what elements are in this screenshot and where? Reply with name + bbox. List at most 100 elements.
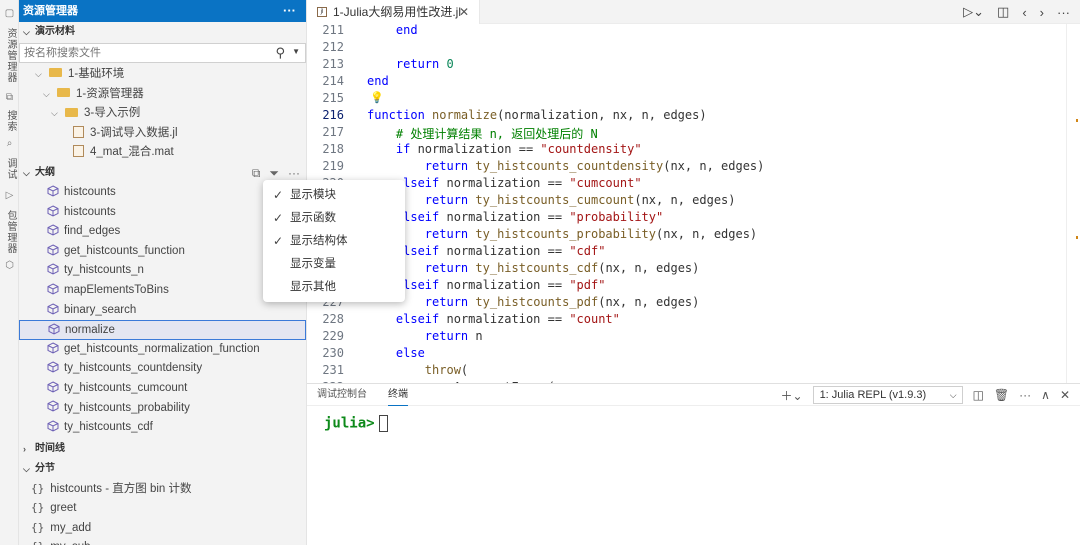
trash-icon[interactable]: 🗑 (994, 388, 1009, 402)
code-area[interactable]: 211 end 212 213 return 0 214 end 215 💡 216 funct… (307, 24, 1080, 383)
outline-item[interactable]: ty_histcounts_countdensity (19, 359, 306, 379)
collapse-all-icon[interactable]: ⧉ (252, 163, 261, 183)
tree-item[interactable]: ⌵ 3-导入示例 (19, 104, 306, 124)
tree-item[interactable]: ⌵ 1-资源管理器 (19, 85, 306, 105)
menu-item-label: 显示结构体 (290, 235, 348, 247)
menu-item[interactable]: ✓ 显示函数 (263, 207, 405, 230)
activity-debug[interactable]: 调试 (3, 158, 18, 180)
chevron-down-icon: ⌵ (949, 390, 957, 400)
files-icon[interactable]: ▢ (4, 8, 15, 19)
julia-file-icon (73, 125, 84, 138)
section-item[interactable]: {} my_sub (19, 537, 306, 545)
line-number: 228 (322, 312, 344, 326)
file-search-input[interactable] (20, 44, 260, 62)
line-number: 212 (322, 40, 344, 54)
braces-icon: {} (31, 540, 44, 545)
line-number: 218 (322, 142, 344, 156)
code-line: elseif normalization == "cumcount" (395, 176, 642, 190)
line-number: 213 (322, 57, 344, 71)
outline-item-label: ty_histcounts_n (64, 264, 144, 277)
search-icon[interactable]: ⚲ (275, 45, 285, 61)
run-icon[interactable]: ▷⌄ (963, 4, 984, 20)
terminal-select[interactable]: 1: Julia REPL (v1.9.3) ⌵ (812, 386, 963, 404)
code-line: else (395, 346, 425, 360)
section-item-label: my_sub (50, 541, 90, 545)
more-actions-icon[interactable]: ··· (1019, 388, 1031, 402)
package-icon[interactable]: ⬡ (4, 260, 15, 271)
terminal-select-value: 1: Julia REPL (v1.9.3) (819, 389, 927, 401)
outline-item[interactable]: ty_histcounts_cumcount (19, 379, 306, 399)
menu-item[interactable]: 显示变量 (263, 253, 405, 276)
menu-item-label: 显示模块 (290, 189, 336, 201)
back-icon[interactable]: ‹ (1022, 5, 1026, 20)
julia-prompt: julia> (324, 415, 375, 432)
menu-item[interactable]: 显示其他 (263, 276, 405, 299)
forward-icon[interactable]: › (1040, 5, 1044, 20)
search-dropdown-icon[interactable]: ▼ (292, 47, 300, 56)
outline-item-label: ty_histcounts_cdf (64, 421, 153, 434)
maximize-panel-icon[interactable]: ∧ (1041, 388, 1050, 402)
outline-filter-menu: ✓ 显示模块 ✓ 显示函数 ✓ 显示结构体 显示变量 显示其他 (263, 180, 405, 302)
code-line: return ty_histcounts_countdensity(nx, n,… (424, 159, 765, 173)
activity-explorer[interactable]: 资源管理器 (3, 28, 18, 83)
menu-item-label: 显示函数 (290, 212, 336, 224)
braces-icon: {} (31, 520, 45, 534)
outline-item-label: get_histcounts_normalization_function (64, 342, 260, 355)
section-item[interactable]: {} histcounts - 直方图 bin 计数 (19, 479, 306, 499)
outline-item[interactable]: ty_histcounts_cdf (19, 418, 306, 438)
tree-item[interactable]: 4_mat_混合.mat (19, 143, 306, 163)
editor-tab[interactable]: jl 1-Julia大纲易用性改进.jl ✕ (307, 0, 480, 24)
lightbulb-icon[interactable]: 💡 (370, 91, 384, 104)
menu-item-label: 显示其他 (290, 281, 336, 293)
section-item[interactable]: {} my_add (19, 518, 306, 538)
close-panel-icon[interactable]: ✕ (1060, 388, 1070, 402)
terminal-output[interactable]: julia> (324, 415, 388, 432)
section-timeline-header[interactable]: › 时间线 (19, 439, 306, 459)
more-actions-icon[interactable]: ··· (283, 0, 296, 22)
struct-icon (47, 342, 59, 354)
outline-item[interactable]: get_histcounts_normalization_function (19, 340, 306, 360)
outline-item-label: histcounts (64, 185, 116, 198)
section-item-label: greet (50, 502, 77, 515)
activity-search[interactable]: 搜索 (3, 110, 18, 132)
tab-debug-console[interactable]: 调试控制台 (317, 384, 367, 406)
chevron-down-icon: ⌵ (51, 108, 58, 119)
struct-icon (47, 204, 59, 217)
check-icon: ✓ (273, 211, 284, 225)
new-terminal-icon[interactable]: ＋⌄ (781, 387, 803, 404)
section-timeline-label: 时间线 (35, 442, 65, 454)
split-terminal-icon[interactable]: ◫ (973, 388, 984, 402)
line-number: 230 (322, 346, 344, 360)
sidebar-title-bar: 资源管理器 ··· (19, 0, 306, 22)
debug-icon[interactable]: ▷ (4, 190, 15, 201)
outline-item[interactable]: binary_search (19, 301, 306, 321)
outline-item[interactable]: ty_histcounts_probability (19, 399, 306, 419)
tab-terminal[interactable]: 终端 (388, 384, 408, 406)
section-outline-label: 大纲 (35, 166, 55, 178)
close-icon[interactable]: ✕ (459, 0, 469, 24)
tree-item[interactable]: ⌵ 1-基础环境 (19, 65, 306, 85)
tree-item[interactable]: 3-调试导入数据.jl (19, 124, 306, 144)
line-number: 219 (322, 159, 344, 173)
activity-packages[interactable]: 包管理器 (3, 210, 18, 254)
struct-icon (47, 263, 59, 275)
section-outline-header[interactable]: ⌵ 大纲 ⧉ ⏷ ··· (19, 163, 306, 183)
folder-icon (49, 68, 62, 78)
line-number: 215 (322, 91, 344, 105)
outline-item-label: histcounts (64, 205, 116, 218)
line-number: 214 (322, 74, 344, 88)
section-sections-header[interactable]: ⌵ 分节 (19, 459, 306, 479)
overview-ruler[interactable] (1066, 24, 1080, 383)
ruler-mark (1076, 119, 1078, 122)
menu-item[interactable]: ✓ 显示结构体 (263, 230, 405, 253)
more-actions-icon[interactable]: ··· (1057, 5, 1070, 20)
menu-item[interactable]: ✓ 显示模块 (263, 184, 405, 207)
outline-item-label: binary_search (64, 303, 137, 316)
copy-icon[interactable]: ⧉ (4, 92, 15, 103)
code-line: return ty_histcounts_cdf(nx, n, edges) (424, 261, 700, 275)
outline-item[interactable]: normalize (19, 320, 306, 340)
section-explorer-header[interactable]: ⌵ 演示材料 (19, 22, 306, 42)
section-item[interactable]: {} greet (19, 498, 306, 518)
search-icon[interactable]: ⌕ (4, 138, 15, 149)
split-editor-icon[interactable]: ◫ (997, 4, 1009, 20)
